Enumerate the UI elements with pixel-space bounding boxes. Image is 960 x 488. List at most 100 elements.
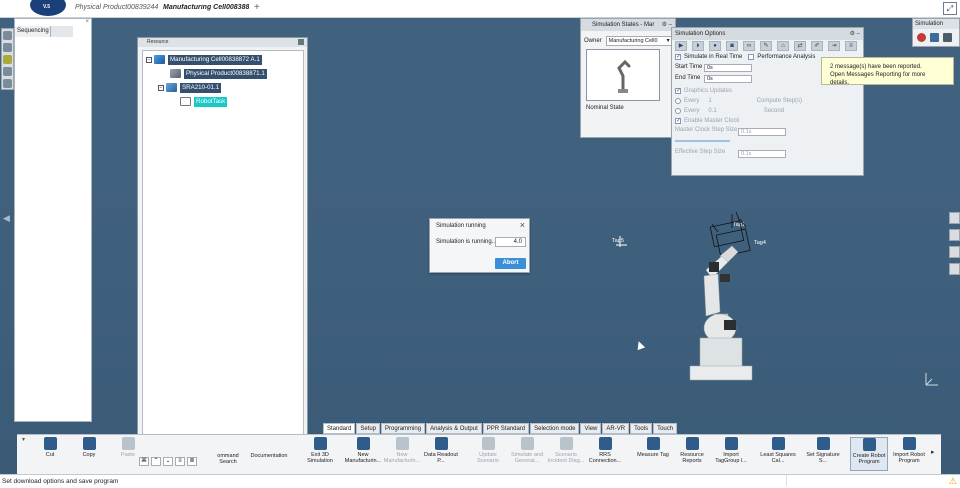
maximize-icon[interactable]: ⤢ xyxy=(943,2,957,15)
paste-button[interactable]: Paste xyxy=(109,437,147,458)
settings-icon[interactable] xyxy=(943,33,952,42)
message-toast[interactable]: 2 message(s) have been reported. Open Me… xyxy=(821,57,954,86)
master-clock-checkbox[interactable]: ✓ xyxy=(675,118,681,124)
layers-icon[interactable] xyxy=(949,263,960,275)
import-taggroup-button[interactable]: Import TagGroup l... xyxy=(712,437,750,464)
robot-model-icon[interactable] xyxy=(676,208,776,386)
warning-icon[interactable]: ⚠ xyxy=(949,476,957,487)
pen-icon[interactable]: ✐ xyxy=(811,41,823,51)
chevron-down-icon[interactable]: ▾ xyxy=(22,436,25,443)
end-time-input[interactable]: 0s xyxy=(704,75,752,83)
resource-reports-button[interactable]: Resource Reports xyxy=(673,437,711,464)
panel-controls[interactable]: ⚙ – xyxy=(850,30,860,37)
master-step-input[interactable]: 0.1s xyxy=(738,128,786,136)
tab-tools[interactable]: Tools xyxy=(630,423,653,434)
new-manufacturing-2-button[interactable]: New Manufacturin... xyxy=(383,437,421,464)
tree-item-robot[interactable]: − SRA210-01.1 xyxy=(158,82,222,93)
graphics-checkbox[interactable]: ✓ xyxy=(675,88,681,94)
list-icon[interactable]: ≣ xyxy=(187,457,197,466)
tab-sequencing[interactable]: Sequencing xyxy=(15,26,51,37)
documentation-button[interactable]: Documentation xyxy=(248,453,290,459)
abort-button[interactable]: Abort xyxy=(495,258,526,269)
chevron-up-icon[interactable]: ⌃ xyxy=(151,457,161,466)
every-value[interactable]: 1 xyxy=(708,98,711,104)
document-tab-manufacturing-cell[interactable]: Manufacturing Cell00838872 xyxy=(163,4,249,11)
tree-item-manufacturing-cell[interactable]: − Manufacturing Cell00838872 A.1 xyxy=(146,54,262,65)
step-slider[interactable] xyxy=(675,140,730,142)
app-logo-icon[interactable]: V.5 xyxy=(30,0,66,16)
import-robot-program-button[interactable]: Import Robot Program xyxy=(890,437,928,464)
command-search-button[interactable]: ommand Search xyxy=(209,453,247,465)
tab-view[interactable]: View xyxy=(580,423,602,434)
scenario-incident-button[interactable]: Scenario Incident Diag... xyxy=(547,437,585,464)
tag5-axis-icon[interactable] xyxy=(611,233,631,249)
render-icon[interactable] xyxy=(949,246,960,258)
update-scenario-button[interactable]: Update Scenario xyxy=(469,437,507,464)
menu-icon[interactable]: ≡ xyxy=(175,457,185,466)
rrs-connection-button[interactable]: RRS Connection... xyxy=(586,437,624,464)
simulate-generate-button[interactable]: Simulate and Generat... xyxy=(508,437,546,464)
tree-icon[interactable] xyxy=(3,43,12,52)
export-icon[interactable]: ⇥ xyxy=(828,41,840,51)
owner-select[interactable]: Manufacturing Cell0 xyxy=(605,36,672,46)
view-icon[interactable] xyxy=(949,212,960,224)
collapse-icon[interactable]: − xyxy=(158,84,164,91)
player-icon[interactable] xyxy=(930,33,939,42)
close-icon[interactable]: × xyxy=(85,19,89,25)
tree-item-physical-product[interactable]: Physical Product00838871.1 xyxy=(170,68,267,79)
every2-value[interactable]: 0.1 xyxy=(708,108,716,114)
simulate-icon xyxy=(520,437,534,450)
cut-button[interactable]: Cut xyxy=(31,437,69,458)
tab-analysis-output[interactable]: Analysis & Output xyxy=(426,423,482,434)
record-icon[interactable] xyxy=(917,33,926,42)
compass-axis-icon[interactable] xyxy=(922,371,940,387)
brush-icon[interactable]: ✎ xyxy=(760,41,772,51)
every2-radio[interactable] xyxy=(675,108,681,114)
new-manufacturing-button[interactable]: New Manufacturin... xyxy=(344,437,382,464)
play-icon[interactable]: ▶ xyxy=(675,41,687,51)
tab-programming[interactable]: Programming xyxy=(381,423,426,434)
camera-icon[interactable]: ◙ xyxy=(726,41,738,51)
create-robot-program-button[interactable]: Create Robot Program xyxy=(850,437,888,471)
realtime-checkbox[interactable]: ✓ xyxy=(675,54,681,60)
pin-icon[interactable] xyxy=(298,39,304,45)
command-icon[interactable]: ⌘ xyxy=(139,457,149,466)
tab-ar-vr[interactable]: AR-VR xyxy=(602,423,630,434)
zoom-icon[interactable] xyxy=(949,229,960,241)
exit-3d-simulation-button[interactable]: Exit 3D Simulation xyxy=(301,437,339,464)
effective-step-input[interactable]: 0.1s xyxy=(738,150,786,158)
robot-icon[interactable] xyxy=(3,79,12,88)
settings-icon[interactable]: ≡ xyxy=(845,41,857,51)
filter-icon[interactable]: ⌂ xyxy=(777,41,789,51)
every-radio[interactable] xyxy=(675,98,681,104)
step-icon[interactable]: ⏵ xyxy=(692,41,704,51)
tools-icon[interactable] xyxy=(3,67,12,76)
measure-tag-button[interactable]: Measure Tag xyxy=(634,437,672,458)
set-signature-button[interactable]: Set Signature S... xyxy=(804,437,842,464)
add-tab-button[interactable]: + xyxy=(254,2,260,13)
least-squares-button[interactable]: Least Squares Cal... xyxy=(759,437,797,464)
collapse-panel-icon[interactable]: ◀ xyxy=(3,213,10,224)
chevron-down-icon[interactable]: ⌄ xyxy=(163,457,173,466)
tab-standard[interactable]: Standard xyxy=(323,423,356,434)
tab-touch[interactable]: Touch xyxy=(653,423,678,434)
data-readout-button[interactable]: Data Readout P... xyxy=(422,437,460,464)
start-time-input[interactable]: 0s xyxy=(704,64,752,72)
link-icon[interactable]: ∞ xyxy=(743,41,755,51)
tab-secondary[interactable] xyxy=(51,26,73,37)
product-structure-icon[interactable] xyxy=(3,55,12,64)
document-tab-physical-product[interactable]: Physical Product00839244 xyxy=(75,4,158,11)
compass-icon[interactable] xyxy=(3,31,12,40)
tree-item-robot-task[interactable]: RobotTask xyxy=(180,96,228,107)
sync-icon[interactable]: ⇄ xyxy=(794,41,806,51)
chevron-right-icon[interactable]: ▸ xyxy=(931,448,935,456)
record-icon[interactable]: ● xyxy=(709,41,721,51)
collapse-icon[interactable]: − xyxy=(146,56,152,63)
tab-setup[interactable]: Setup xyxy=(356,423,381,434)
performance-checkbox[interactable] xyxy=(748,54,755,60)
close-icon[interactable]: × xyxy=(520,220,525,230)
tab-selection-mode[interactable]: Selection mode xyxy=(530,423,580,434)
tab-ppr-standard[interactable]: PPR Standard xyxy=(482,423,530,434)
state-preview[interactable] xyxy=(586,49,660,101)
copy-button[interactable]: Copy xyxy=(70,437,108,458)
